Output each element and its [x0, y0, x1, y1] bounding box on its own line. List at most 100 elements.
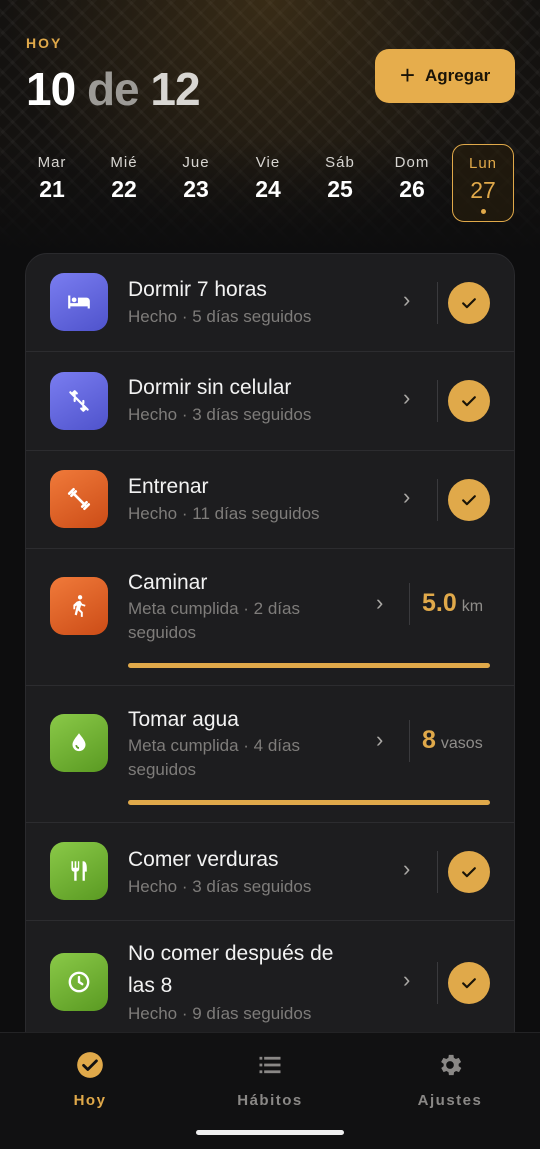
date-month: 12	[150, 63, 200, 115]
habit-subtitle: Meta cumplida · 2 días	[128, 599, 300, 618]
day-name: Mar	[37, 154, 67, 171]
check-done-button[interactable]	[448, 380, 490, 422]
chevron-right-icon[interactable]: ›	[403, 484, 410, 510]
check-done-button[interactable]	[448, 479, 490, 521]
metric-value: 5.0	[422, 589, 457, 617]
habit-title: Dormir 7 horas	[128, 278, 267, 301]
habit-title: Comer verduras	[128, 848, 279, 871]
day-number: 23	[183, 176, 209, 202]
check-icon	[462, 495, 476, 506]
nav-tab-ajustes[interactable]: Ajustes	[360, 1051, 540, 1109]
date-day: 10	[26, 63, 76, 115]
habit-subtitle: Hecho · 3 días seguidos	[128, 877, 312, 896]
habit-row[interactable]: Comer verduras Hecho · 3 días seguidos ›	[26, 823, 514, 921]
habit-row[interactable]: Dormir sin celular Hecho · 3 días seguid…	[26, 352, 514, 451]
day-sat[interactable]: Sáb 25	[309, 144, 371, 222]
day-number: 25	[327, 176, 353, 202]
habit-subtitle: Hecho · 11 días seguidos	[128, 504, 320, 523]
habit-metric: 8 vasos	[422, 726, 483, 755]
day-number: 27	[470, 177, 496, 203]
check-icon	[462, 298, 476, 309]
divider	[437, 962, 438, 1004]
nav-label: Hábitos	[237, 1092, 303, 1109]
day-sun[interactable]: Dom 26	[381, 144, 443, 222]
day-wed[interactable]: Mié 22	[93, 144, 155, 222]
habit-subtitle: Hecho · 9 días seguidos	[128, 1004, 312, 1023]
day-number: 22	[111, 176, 137, 202]
day-fri[interactable]: Vie 24	[237, 144, 299, 222]
habit-row[interactable]: Caminar Meta cumplida · 2 días seguidos …	[26, 549, 514, 686]
habit-title: Tomar agua	[128, 708, 239, 731]
today-label: HOY	[26, 35, 63, 51]
habit-title-cont: las 8	[128, 974, 173, 997]
day-number: 24	[255, 176, 281, 202]
clock-icon	[50, 953, 108, 1011]
day-number: 26	[399, 176, 425, 202]
divider	[437, 479, 438, 521]
add-button-label: Agregar	[425, 66, 491, 85]
habit-subtitle: Meta cumplida · 4 días	[128, 736, 300, 755]
day-tue[interactable]: Mar 21	[21, 144, 83, 222]
habit-row[interactable]: Tomar agua Meta cumplida · 4 días seguid…	[26, 686, 514, 823]
home-indicator	[196, 1130, 344, 1135]
habit-row[interactable]: Entrenar Hecho · 11 días seguidos ›	[26, 451, 514, 549]
dumbbell-icon	[50, 470, 108, 528]
chevron-right-icon[interactable]: ›	[376, 727, 383, 753]
divider	[437, 380, 438, 422]
habit-title: Dormir sin celular	[128, 376, 292, 399]
check-icon	[462, 978, 476, 989]
date-connector: de	[75, 63, 151, 115]
chevron-right-icon[interactable]: ›	[376, 590, 383, 616]
day-thu[interactable]: Jue 23	[165, 144, 227, 222]
check-done-button[interactable]	[448, 282, 490, 324]
add-habit-button[interactable]: + Agregar	[375, 49, 515, 103]
nav-tab-habitos[interactable]: Hábitos	[180, 1051, 360, 1109]
divider	[409, 720, 410, 762]
habit-subtitle-cont: seguidos	[128, 623, 197, 642]
phone-off-icon	[50, 372, 108, 430]
metric-value: 8	[422, 726, 436, 754]
gear-icon	[441, 1054, 462, 1076]
nav-tab-hoy[interactable]: Hoy	[0, 1051, 180, 1109]
habit-row[interactable]: Dormir 7 horas Hecho · 5 días seguidos ›	[26, 254, 514, 352]
week-selector: Mar 21 Mié 22 Jue 23 Vie 24 Sáb 25 Dom 2…	[15, 144, 525, 222]
walking-icon	[50, 577, 108, 635]
habit-title: No comer después de	[128, 942, 334, 965]
chevron-right-icon[interactable]: ›	[403, 967, 410, 993]
page-title: 10 de 12	[26, 62, 201, 116]
day-mon-selected[interactable]: Lun 27	[452, 144, 514, 222]
habit-row[interactable]: No comer después de las 8 Hecho · 9 días…	[26, 921, 514, 1047]
day-number: 21	[39, 176, 65, 202]
metric-unit: vasos	[440, 735, 483, 752]
habit-subtitle: Hecho · 5 días seguidos	[128, 307, 312, 326]
day-name: Dom	[394, 154, 430, 171]
plus-icon: +	[399, 60, 415, 90]
progress-bar	[128, 663, 490, 668]
nav-label: Ajustes	[417, 1092, 483, 1109]
check-circle-icon	[77, 1052, 103, 1078]
chevron-right-icon[interactable]: ›	[403, 385, 410, 411]
list-icon	[259, 1056, 281, 1074]
habit-metric: 5.0 km	[422, 589, 483, 618]
day-name: Lun	[468, 155, 498, 172]
metric-unit: km	[461, 598, 484, 615]
day-name: Sáb	[325, 154, 355, 171]
divider	[437, 282, 438, 324]
chevron-right-icon[interactable]: ›	[403, 287, 410, 313]
selected-day-dot	[480, 209, 486, 214]
progress-bar	[128, 800, 490, 805]
nav-label: Hoy	[73, 1092, 107, 1109]
habit-title: Caminar	[128, 571, 208, 594]
habit-title: Entrenar	[128, 475, 209, 498]
habit-subtitle: Hecho · 3 días seguidos	[128, 405, 312, 424]
day-name: Mié	[110, 154, 138, 171]
check-done-button[interactable]	[448, 962, 490, 1004]
chevron-right-icon[interactable]: ›	[403, 856, 410, 882]
habit-subtitle-cont: seguidos	[128, 760, 197, 779]
check-icon	[462, 396, 476, 407]
check-done-button[interactable]	[448, 851, 490, 893]
bed-icon	[50, 273, 108, 331]
day-name: Jue	[182, 154, 210, 171]
utensils-icon	[50, 842, 108, 900]
day-name: Vie	[255, 154, 281, 171]
